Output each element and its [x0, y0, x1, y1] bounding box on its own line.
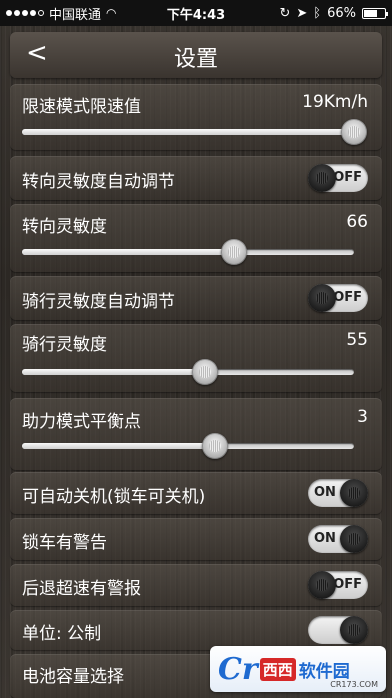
ride-auto-label: 骑行灵敏度自动调节 — [22, 292, 175, 312]
toggle-text: ON — [314, 531, 336, 546]
toggle-knob — [340, 479, 368, 507]
battery-icon — [362, 7, 388, 19]
toggle-text: OFF — [333, 290, 362, 305]
lock-alarm-setting: 锁车有警告 ON — [10, 518, 382, 560]
unit-label: 单位: 公制 — [22, 624, 102, 644]
unit-toggle[interactable] — [308, 616, 368, 644]
assist-balance-value: 3 — [357, 407, 368, 427]
toggle-knob — [308, 164, 336, 192]
speed-limit-slider[interactable] — [22, 119, 367, 145]
speed-limit-setting: 限速模式限速值 19Km/h — [10, 84, 382, 150]
lock-alarm-label: 锁车有警告 — [22, 533, 107, 553]
battery-percent: 66% — [327, 5, 356, 21]
steer-sens-slider[interactable] — [22, 239, 354, 265]
ride-auto-setting: 骑行灵敏度自动调节 OFF — [10, 276, 382, 320]
ride-sens-slider[interactable] — [22, 359, 354, 385]
auto-shutdown-toggle[interactable]: ON — [308, 479, 368, 507]
reverse-alarm-label: 后退超速有警报 — [22, 579, 141, 599]
steer-auto-setting: 转向灵敏度自动调节 OFF — [10, 156, 382, 200]
toggle-knob — [340, 616, 368, 644]
auto-shutdown-setting: 可自动关机(锁车可关机) ON — [10, 472, 382, 514]
watermark-url: CR173.COM — [330, 680, 378, 689]
steer-sens-label: 转向灵敏度 — [22, 217, 107, 237]
steer-sens-value: 66 — [346, 212, 368, 232]
slider-thumb[interactable] — [191, 359, 218, 385]
toggle-text: ON — [314, 485, 336, 500]
speed-limit-label: 限速模式限速值 — [22, 97, 141, 117]
battery-select-label: 电池容量选择 — [22, 667, 124, 687]
site-watermark: Cr 西西 软件园 CR173.COM — [210, 646, 386, 692]
toggle-knob — [340, 525, 368, 553]
auto-shutdown-label: 可自动关机(锁车可关机) — [22, 487, 206, 507]
watermark-logo: Cr — [218, 651, 258, 687]
slider-thumb[interactable] — [341, 119, 367, 145]
slider-thumb[interactable] — [221, 239, 248, 265]
assist-balance-setting: 助力模式平衡点 3 — [10, 398, 382, 470]
watermark-text: 软件园 — [298, 661, 350, 682]
speed-limit-value: 19Km/h — [302, 92, 368, 112]
steer-auto-toggle[interactable]: OFF — [308, 164, 368, 192]
ride-auto-toggle[interactable]: OFF — [308, 284, 368, 312]
toggle-text: OFF — [333, 170, 362, 185]
reverse-alarm-setting: 后退超速有警报 OFF — [10, 564, 382, 606]
toggle-knob — [308, 284, 336, 312]
unit-setting: 单位: 公制 — [10, 610, 382, 650]
toggle-text: OFF — [333, 577, 362, 592]
lock-alarm-toggle[interactable]: ON — [308, 525, 368, 553]
assist-balance-slider[interactable] — [22, 433, 354, 459]
steer-sens-setting: 转向灵敏度 66 — [10, 204, 382, 272]
orientation-lock-icon: ↻ — [279, 5, 291, 21]
steer-auto-label: 转向灵敏度自动调节 — [22, 172, 175, 192]
ride-sens-setting: 骑行灵敏度 55 — [10, 324, 382, 392]
status-bar: 中国联通 ◠ 下午4:43 ↻ ➤ ᛒ 66% — [0, 0, 392, 26]
nav-bar: < 设置 — [10, 32, 382, 78]
slider-thumb[interactable] — [201, 433, 228, 459]
assist-balance-label: 助力模式平衡点 — [22, 412, 141, 432]
ride-sens-value: 55 — [346, 330, 368, 350]
toggle-knob — [308, 571, 336, 599]
ride-sens-label: 骑行灵敏度 — [22, 335, 107, 355]
watermark-brand: 西西 — [259, 657, 296, 681]
reverse-alarm-toggle[interactable]: OFF — [308, 571, 368, 599]
page-title: 设置 — [173, 47, 218, 72]
location-icon: ➤ — [296, 5, 308, 21]
bluetooth-icon: ᛒ — [313, 5, 322, 21]
